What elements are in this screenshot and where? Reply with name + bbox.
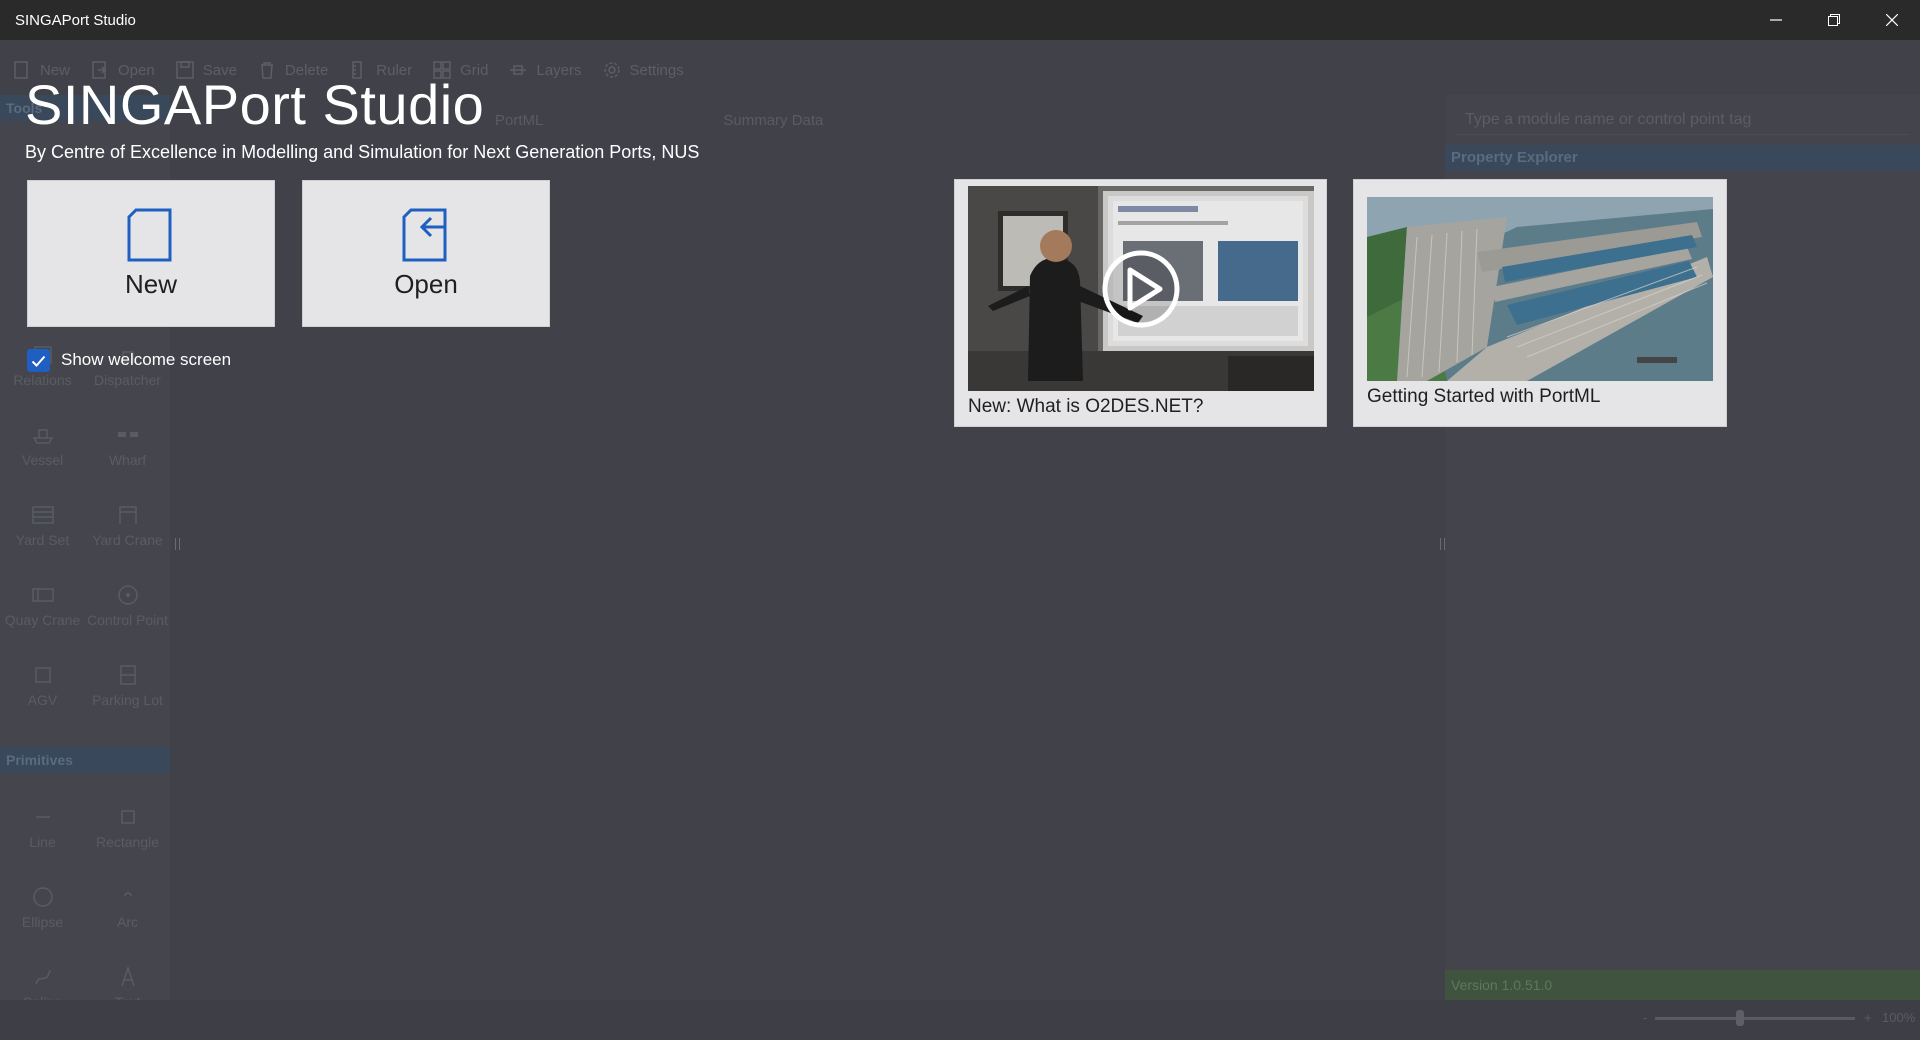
port-aerial-image [1367,197,1713,381]
module-yard-set[interactable]: Yard Set [0,485,85,565]
toolbar-settings-button[interactable]: Settings [602,60,700,80]
primitive-ellipse[interactable]: Ellipse [0,867,85,947]
video-card-caption: New: What is O2DES.NET? [968,396,1204,417]
ellipse-icon [32,887,53,907]
welcome-open-label: Open [394,269,458,299]
close-icon [1886,14,1898,26]
text-icon [120,965,135,987]
primitive-ellipse-label: Ellipse [21,914,64,930]
left-splitter-handle[interactable] [175,538,180,550]
module-wharf-label: Wharf [108,452,147,468]
module-search-input[interactable]: Type a module name or control point tag [1455,105,1910,135]
rectangle-icon [120,810,135,824]
primitive-line[interactable]: Line [0,787,85,867]
minimize-icon [1770,19,1782,21]
window-title: SINGAPort Studio [15,12,136,29]
tab-portml[interactable]: PortML [495,112,543,129]
primitives-header: Primitives [0,747,170,773]
module-parking-lot-label: Parking Lot [92,692,163,708]
module-agv[interactable]: AGV [0,645,85,725]
module-vessel[interactable]: Vessel [0,405,85,485]
gear-icon [603,62,620,78]
module-yard-crane-label: Yard Crane [92,532,163,548]
welcome-new-label: New [124,269,177,299]
port-aerial-thumbnail[interactable] [1367,197,1713,381]
close-button[interactable] [1864,0,1920,40]
primitive-rectangle[interactable]: Rectangle [85,787,170,867]
module-relations-label: Relations [13,372,72,388]
modules-grid: Relations Dispatcher Vessel Wharf Yard S… [0,325,170,725]
layers-icon [510,65,527,75]
agv-icon [34,667,51,683]
video-card-o2des[interactable]: New: What is O2DES.NET? [954,179,1327,427]
restore-button[interactable] [1806,0,1862,40]
welcome-open-button[interactable]: Open [302,180,550,327]
toolbar-layers-label: Layers [536,61,582,79]
version-label: Version 1.0.51.0 [1445,970,1920,1000]
new-document-icon [127,208,172,262]
arc-icon [123,892,132,897]
primitives-section: Primitives [0,747,170,773]
getting-started-card[interactable]: Getting Started with PortML [1353,179,1727,427]
module-yard-crane[interactable]: Yard Crane [85,485,170,565]
module-dispatcher-label: Dispatcher [94,372,161,388]
minimize-button[interactable] [1748,0,1804,40]
checkmark-icon [31,355,46,367]
module-quay-crane[interactable]: Quay Crane [0,565,85,645]
module-wharf[interactable]: Wharf [85,405,170,485]
primitive-arc[interactable]: Arc [85,867,170,947]
module-vessel-label: Vessel [21,452,64,468]
restore-icon [1828,14,1840,26]
primitives-grid: Line Rectangle Ellipse Arc Spline Text [0,787,170,1027]
module-parking-lot[interactable]: Parking Lot [85,645,170,725]
zoom-in-button[interactable]: + [1864,1010,1872,1025]
welcome-title: SINGAPort Studio [25,73,485,136]
welcome-new-button[interactable]: New [27,180,275,327]
module-yard-set-label: Yard Set [15,532,70,548]
parking-lot-icon [119,665,136,685]
video-thumbnail[interactable] [968,186,1314,391]
getting-started-caption: Getting Started with PortML [1367,386,1601,407]
show-welcome-checkbox[interactable] [27,349,50,372]
module-control-point[interactable]: Control Point [85,565,170,645]
zoom-slider[interactable] [1655,1010,1855,1026]
module-quay-crane-label: Quay Crane [4,612,81,628]
toolbar-layers-button[interactable]: Layers [508,60,597,80]
title-bar: SINGAPort Studio [0,0,1920,40]
module-agv-label: AGV [27,692,58,708]
toolbar-settings-label: Settings [629,61,684,79]
welcome-subtitle: By Centre of Excellence in Modelling and… [25,142,700,162]
property-explorer-header: Property Explorer [1445,145,1920,171]
wharf-icon [117,432,138,437]
tab-summary-data[interactable]: Summary Data [723,112,823,129]
yard-crane-icon [118,506,137,524]
open-document-icon [402,208,447,262]
spline-icon [34,969,51,985]
module-control-point-label: Control Point [87,612,168,628]
primitive-arc-label: Arc [117,914,138,930]
show-welcome-label[interactable]: Show welcome screen [61,350,231,370]
control-point-icon [117,585,138,605]
zoom-level: 100% [1882,1010,1916,1025]
quay-crane-icon [31,588,54,602]
primitive-rectangle-label: Rectangle [95,834,160,850]
zoom-slider-thumb[interactable] [1735,1010,1744,1026]
yard-set-icon [31,506,54,524]
document-tabs: PortML Summary Data [495,112,823,129]
line-icon [35,816,50,818]
lecture-video-image [968,186,1314,391]
zoom-out-button[interactable]: - [1643,1010,1647,1025]
vessel-icon [32,429,53,444]
status-bar: - + [0,1000,1920,1040]
primitive-line-label: Line [29,834,56,850]
